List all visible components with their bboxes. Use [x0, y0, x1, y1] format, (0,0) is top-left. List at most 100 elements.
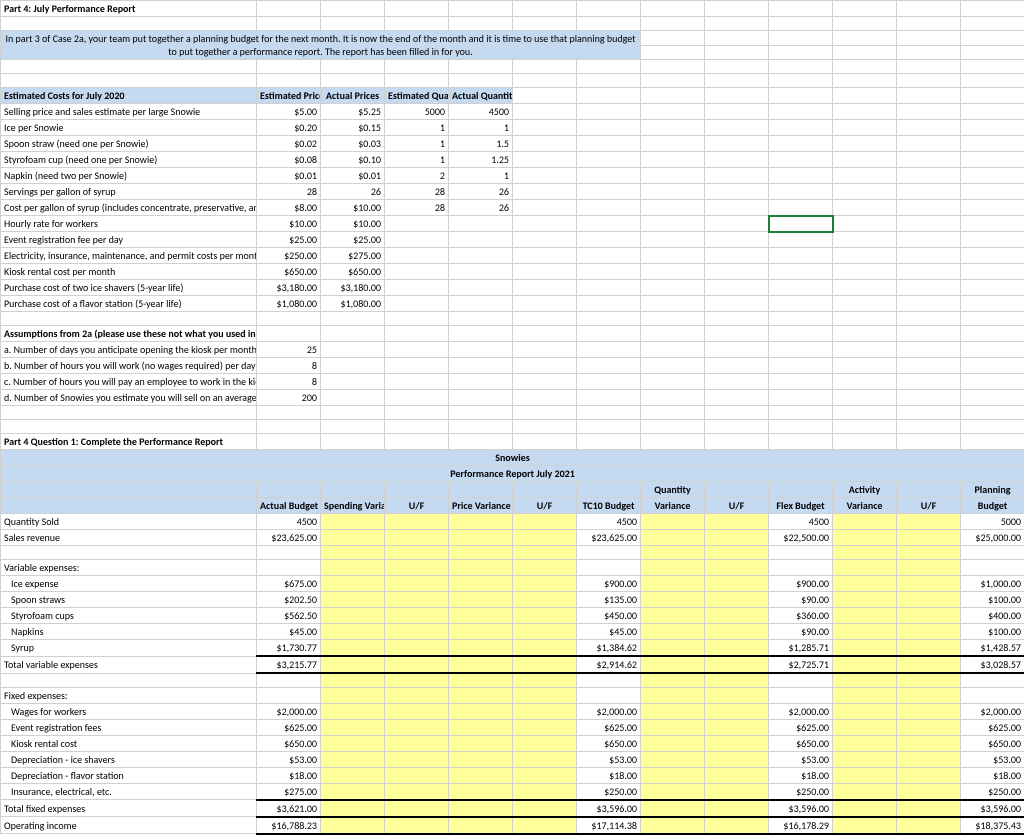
cell[interactable]: $45.00: [257, 624, 321, 640]
input-cell[interactable]: [385, 624, 449, 640]
input-cell[interactable]: [449, 624, 513, 640]
input-cell[interactable]: [897, 592, 961, 608]
cell[interactable]: $17,114.38: [577, 817, 641, 834]
cell[interactable]: $625.00: [577, 719, 641, 735]
cell[interactable]: $400.00: [961, 608, 1024, 624]
input-cell[interactable]: [513, 800, 577, 817]
cell[interactable]: $18.00: [769, 767, 833, 783]
input-cell[interactable]: [385, 608, 449, 624]
selected-cell[interactable]: [769, 216, 833, 232]
cell[interactable]: $90.00: [769, 592, 833, 608]
input-cell[interactable]: [385, 592, 449, 608]
input-cell[interactable]: [449, 735, 513, 751]
input-cell[interactable]: [513, 783, 577, 800]
input-cell[interactable]: [641, 800, 705, 817]
cell[interactable]: 4500: [257, 514, 321, 530]
cell[interactable]: $10.00: [321, 216, 385, 232]
input-cell[interactable]: [385, 656, 449, 673]
cell[interactable]: $0.01: [321, 168, 385, 184]
cell[interactable]: $625.00: [961, 719, 1024, 735]
cell[interactable]: 28: [385, 184, 449, 200]
input-cell[interactable]: [641, 640, 705, 657]
input-cell[interactable]: [321, 624, 385, 640]
cell[interactable]: $10.00: [321, 200, 385, 216]
cell[interactable]: $1,285.71: [769, 640, 833, 657]
input-cell[interactable]: [641, 783, 705, 800]
cell[interactable]: $0.03: [321, 136, 385, 152]
cell[interactable]: 4500: [449, 104, 513, 120]
cell[interactable]: $3,180.00: [321, 280, 385, 296]
input-cell[interactable]: [833, 719, 897, 735]
input-cell[interactable]: [897, 817, 961, 834]
cell[interactable]: $25.00: [257, 232, 321, 248]
cell[interactable]: $2,000.00: [257, 703, 321, 719]
input-cell[interactable]: [897, 608, 961, 624]
cell[interactable]: $2,725.71: [769, 656, 833, 673]
cell[interactable]: $16,788.23: [257, 817, 321, 834]
cell[interactable]: $250.00: [257, 248, 321, 264]
input-cell[interactable]: [705, 735, 769, 751]
input-cell[interactable]: [705, 719, 769, 735]
input-cell[interactable]: [449, 640, 513, 657]
input-cell[interactable]: [833, 783, 897, 800]
cell[interactable]: $202.50: [257, 592, 321, 608]
input-cell[interactable]: [513, 514, 577, 530]
cell[interactable]: $18.00: [961, 767, 1024, 783]
input-cell[interactable]: [897, 767, 961, 783]
cell[interactable]: $650.00: [321, 264, 385, 280]
input-cell[interactable]: [897, 576, 961, 592]
cell[interactable]: $2,914.62: [577, 656, 641, 673]
cell[interactable]: $275.00: [321, 248, 385, 264]
input-cell[interactable]: [705, 624, 769, 640]
input-cell[interactable]: [641, 656, 705, 673]
input-cell[interactable]: [897, 783, 961, 800]
input-cell[interactable]: [513, 703, 577, 719]
input-cell[interactable]: [897, 514, 961, 530]
input-cell[interactable]: [897, 735, 961, 751]
input-cell[interactable]: [833, 592, 897, 608]
input-cell[interactable]: [513, 751, 577, 767]
cell[interactable]: $0.15: [321, 120, 385, 136]
cell[interactable]: $2,000.00: [961, 703, 1024, 719]
cell[interactable]: $53.00: [577, 751, 641, 767]
cell[interactable]: $650.00: [577, 735, 641, 751]
input-cell[interactable]: [321, 751, 385, 767]
input-cell[interactable]: [449, 514, 513, 530]
cell[interactable]: $1,080.00: [321, 296, 385, 312]
input-cell[interactable]: [321, 783, 385, 800]
cell[interactable]: $16,178.29: [769, 817, 833, 834]
input-cell[interactable]: [705, 703, 769, 719]
cell[interactable]: $25.00: [321, 232, 385, 248]
cell[interactable]: 4500: [769, 514, 833, 530]
input-cell[interactable]: [385, 640, 449, 657]
cell[interactable]: 25: [257, 342, 321, 358]
cell[interactable]: 26: [449, 200, 513, 216]
cell[interactable]: $1,384.62: [577, 640, 641, 657]
cell[interactable]: $45.00: [577, 624, 641, 640]
input-cell[interactable]: [705, 530, 769, 546]
cell[interactable]: $5.25: [321, 104, 385, 120]
input-cell[interactable]: [513, 817, 577, 834]
cell[interactable]: 1: [385, 120, 449, 136]
cell[interactable]: 1: [449, 168, 513, 184]
input-cell[interactable]: [705, 640, 769, 657]
cell[interactable]: $53.00: [961, 751, 1024, 767]
input-cell[interactable]: [513, 640, 577, 657]
cell[interactable]: $650.00: [769, 735, 833, 751]
cell[interactable]: 28: [257, 184, 321, 200]
input-cell[interactable]: [321, 592, 385, 608]
input-cell[interactable]: [705, 592, 769, 608]
input-cell[interactable]: [833, 767, 897, 783]
input-cell[interactable]: [321, 640, 385, 657]
input-cell[interactable]: [897, 640, 961, 657]
input-cell[interactable]: [833, 800, 897, 817]
input-cell[interactable]: [897, 703, 961, 719]
cell[interactable]: $90.00: [769, 624, 833, 640]
input-cell[interactable]: [641, 514, 705, 530]
input-cell[interactable]: [705, 800, 769, 817]
input-cell[interactable]: [641, 735, 705, 751]
input-cell[interactable]: [897, 656, 961, 673]
input-cell[interactable]: [449, 751, 513, 767]
cell[interactable]: $250.00: [961, 783, 1024, 800]
cell[interactable]: $0.08: [257, 152, 321, 168]
